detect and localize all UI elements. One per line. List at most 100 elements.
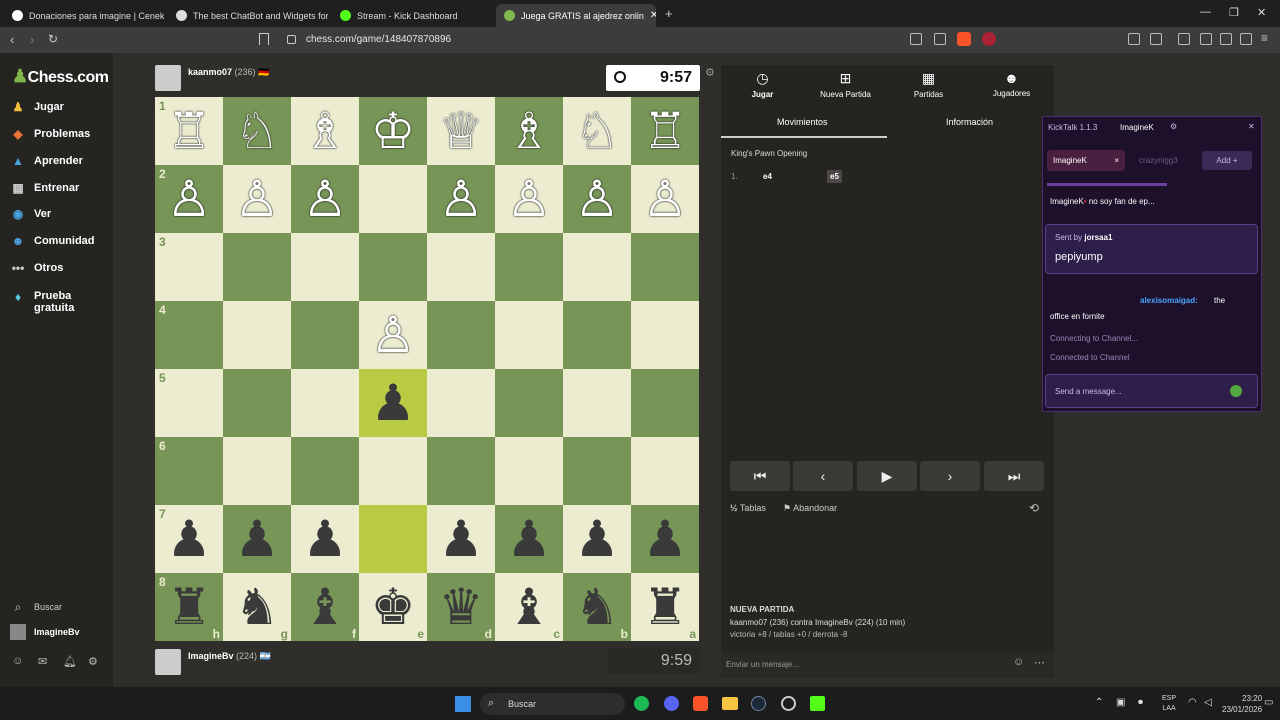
move-black[interactable]: e5 xyxy=(827,170,842,183)
board-square[interactable]: e ♚ xyxy=(359,573,427,641)
messages-icon[interactable]: ✉ xyxy=(38,655,47,668)
white-piece[interactable]: ♔ xyxy=(371,106,416,156)
leo-icon[interactable] xyxy=(1220,33,1232,45)
tray-app-icon[interactable]: ▣ xyxy=(1116,697,1125,708)
board-square[interactable]: ♙ xyxy=(563,165,631,233)
play-button[interactable]: ▶ xyxy=(857,461,917,491)
board-square[interactable]: ♘ xyxy=(563,97,631,165)
obs-icon[interactable] xyxy=(781,696,796,711)
white-piece[interactable]: ♕ xyxy=(439,106,484,156)
board-square[interactable] xyxy=(427,301,495,369)
board-square[interactable]: 1 ♖ xyxy=(155,97,223,165)
board-square[interactable]: 3 xyxy=(155,233,223,301)
maximize-icon[interactable]: ❐ xyxy=(1229,6,1239,19)
language-indicator[interactable]: ESP LAA xyxy=(1162,694,1176,714)
menu-icon[interactable]: ≡ xyxy=(1261,31,1268,45)
bottom-player-name[interactable]: ImagineBv (224) 🇦🇷 xyxy=(188,651,271,662)
bottom-player-avatar[interactable] xyxy=(155,649,181,675)
browser-tab[interactable]: Donaciones para imagine | Ceneka xyxy=(4,4,164,27)
next-move-button[interactable]: › xyxy=(920,461,980,491)
tab-jugar[interactable]: ◷ Jugar xyxy=(721,70,804,99)
board-square[interactable] xyxy=(495,233,563,301)
close-window-icon[interactable]: ✕ xyxy=(1257,6,1266,19)
black-piece[interactable]: ♝ xyxy=(507,582,552,632)
white-piece[interactable]: ♙ xyxy=(371,310,416,360)
board-square[interactable] xyxy=(563,301,631,369)
wifi-icon[interactable]: ◠ xyxy=(1188,697,1197,708)
black-piece[interactable]: ♟ xyxy=(303,514,348,564)
kicktalk-close-icon[interactable]: ✕ xyxy=(1248,122,1255,131)
black-piece[interactable]: ♜ xyxy=(167,582,212,632)
board-square[interactable]: 4 xyxy=(155,301,223,369)
board-square[interactable] xyxy=(291,301,359,369)
new-tab-icon[interactable]: + xyxy=(665,6,673,21)
board-square[interactable]: 2 ♙ xyxy=(155,165,223,233)
tab-jugadores[interactable]: ☻ Jugadores xyxy=(970,70,1053,98)
kicktalk-settings-icon[interactable]: ⚙ xyxy=(1170,122,1177,131)
clock[interactable]: 23:20 23/01/2026 xyxy=(1222,693,1262,715)
black-piece[interactable]: ♟ xyxy=(167,514,212,564)
board-square[interactable] xyxy=(291,437,359,505)
board-square[interactable]: ♟ xyxy=(359,369,427,437)
last-move-button[interactable]: ⏭ xyxy=(984,461,1044,491)
emoji-icon[interactable]: ☺ xyxy=(1013,656,1024,668)
board-square[interactable] xyxy=(631,301,699,369)
black-piece[interactable]: ♟ xyxy=(235,514,280,564)
board-square[interactable] xyxy=(495,301,563,369)
top-player-avatar[interactable] xyxy=(155,65,181,91)
chess-logo[interactable]: ♟Chess.com xyxy=(12,66,109,87)
top-player-name[interactable]: kaanmo07 (236) 🇩🇪 xyxy=(188,67,269,78)
sidebar-item-comunidad[interactable]: ☻ Comunidad xyxy=(10,231,95,251)
sidebar-item-prueba[interactable]: ♦ Prueba gratuita xyxy=(10,290,84,316)
board-square[interactable] xyxy=(359,233,427,301)
black-piece[interactable]: ♟ xyxy=(439,514,484,564)
black-piece[interactable]: ♟ xyxy=(507,514,552,564)
tab-nueva-partida[interactable]: ⊞ Nueva Partida xyxy=(804,70,887,99)
board-square[interactable] xyxy=(223,301,291,369)
board-square[interactable]: ♟ xyxy=(563,505,631,573)
white-piece[interactable]: ♙ xyxy=(439,174,484,224)
steam-icon[interactable] xyxy=(751,696,766,711)
board-square[interactable]: ♟ xyxy=(223,505,291,573)
black-piece[interactable]: ♟ xyxy=(643,514,688,564)
board-square[interactable]: c ♝ xyxy=(495,573,563,641)
white-piece[interactable]: ♙ xyxy=(643,174,688,224)
chess-board[interactable]: 1 ♖ ♘ ♗ ♔ ♕ ♗ ♘ ♖ 2 ♙ ♙ ♙ ♙ ♙ ♙ ♙ 3 4 ♙ 5 ♟ 6 7 ♟ ♟ ♟ ♟ ♟ ♟ ♟ 8 h ♜ g ♞ f ♝ e ♚… xyxy=(155,97,699,641)
board-square[interactable]: ♗ xyxy=(495,97,563,165)
board-square[interactable]: d ♛ xyxy=(427,573,495,641)
notifications-icon[interactable]: 🔔︎ xyxy=(63,655,77,668)
tab-movimientos[interactable]: Movimientos xyxy=(777,117,828,127)
microphone-icon[interactable]: ⏺ xyxy=(1138,697,1143,708)
board-square[interactable]: b ♞ xyxy=(563,573,631,641)
sidebar-item-problemas[interactable]: ◆ Problemas xyxy=(10,124,90,144)
vpn-icon[interactable] xyxy=(1240,33,1252,45)
browser-tab[interactable]: Stream - Kick Dashboard xyxy=(332,4,492,27)
close-icon[interactable]: × xyxy=(1114,150,1125,171)
tray-arrow-icon[interactable]: ⌃ xyxy=(1095,697,1103,708)
white-piece[interactable]: ♖ xyxy=(167,106,212,156)
windows-start-icon[interactable] xyxy=(455,696,471,712)
tab-partidas[interactable]: ▦ Partidas xyxy=(887,70,970,99)
board-square[interactable]: 5 xyxy=(155,369,223,437)
board-square[interactable]: ♙ xyxy=(631,165,699,233)
board-square[interactable]: 6 xyxy=(155,437,223,505)
board-square[interactable] xyxy=(563,233,631,301)
board-square[interactable]: ♟ xyxy=(631,505,699,573)
close-tab-icon[interactable]: ✕ xyxy=(644,10,656,21)
board-square[interactable]: ♙ xyxy=(427,165,495,233)
board-square[interactable] xyxy=(495,437,563,505)
white-piece[interactable]: ♖ xyxy=(643,106,688,156)
board-square[interactable]: ♖ xyxy=(631,97,699,165)
brave-icon[interactable] xyxy=(693,696,708,711)
sidebar-user[interactable]: ImagineBv xyxy=(10,622,80,642)
file-explorer-icon[interactable] xyxy=(722,697,738,710)
notification-icon[interactable]: ▭ xyxy=(1264,697,1273,708)
discord-icon[interactable] xyxy=(664,696,679,711)
share-icon[interactable] xyxy=(934,33,946,45)
white-piece[interactable]: ♙ xyxy=(235,174,280,224)
sidebar-toggle-icon[interactable] xyxy=(1178,33,1190,45)
board-square[interactable]: 8 h ♜ xyxy=(155,573,223,641)
black-piece[interactable]: ♚ xyxy=(371,582,416,632)
move-white[interactable]: e4 xyxy=(763,172,772,181)
url-input[interactable]: chess.com/game/148407870896 xyxy=(276,31,896,49)
